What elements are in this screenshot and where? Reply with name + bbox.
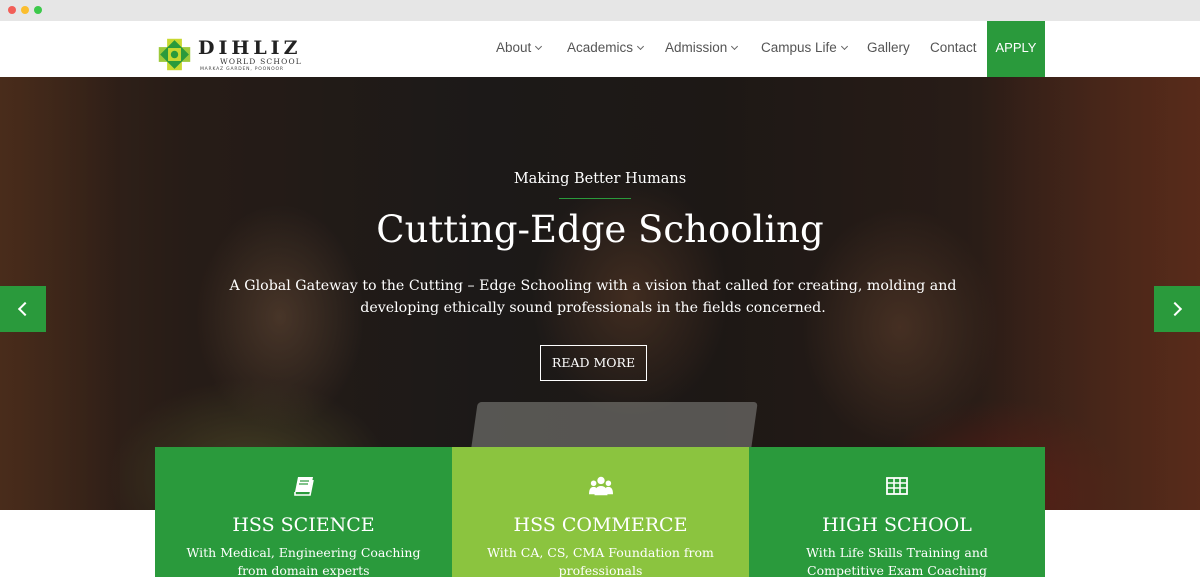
chevron-down-icon: [731, 42, 739, 51]
nav-label: Admission: [665, 40, 728, 55]
chevron-down-icon: [840, 42, 848, 51]
card-title: HIGH SCHOOL: [822, 514, 972, 536]
nav-label: Contact: [930, 40, 977, 55]
hero-description: A Global Gateway to the Cutting – Edge S…: [229, 278, 957, 316]
read-more-button[interactable]: READ MORE: [540, 345, 647, 381]
chevron-down-icon: [636, 42, 645, 51]
card-title: HSS SCIENCE: [232, 514, 375, 536]
hero-tagline: Making Better Humans: [513, 171, 687, 187]
logo-name: DIHLIZ: [198, 37, 302, 59]
nav-item-gallery[interactable]: Gallery: [867, 21, 910, 77]
nav-label: About: [496, 40, 532, 55]
chevron-down-icon: [535, 42, 543, 51]
card-text: With CA, CS, CMA Foundation from profess…: [487, 545, 714, 577]
chevron-left-icon: [17, 301, 33, 317]
card-hss-science[interactable]: HSS SCIENCE With Medical, Engineering Co…: [155, 447, 452, 577]
window-maximize-dot[interactable]: [34, 6, 42, 14]
window-minimize-dot[interactable]: [21, 6, 29, 14]
logo-emblem-icon: [158, 38, 191, 71]
nav-item-contact[interactable]: Contact: [930, 21, 977, 77]
card-text: With Life Skills Training and Competitiv…: [806, 545, 988, 577]
logo-tagline: MARKAZ GARDEN, POONOOR: [200, 67, 284, 72]
slider-prev-button[interactable]: [0, 286, 46, 332]
card-high-school[interactable]: HIGH SCHOOL With Life Skills Training an…: [749, 447, 1045, 577]
nav-item-academics[interactable]: Academics: [567, 21, 645, 77]
card-hss-commerce[interactable]: HSS COMMERCE With CA, CS, CMA Foundation…: [452, 447, 749, 577]
card-text: With Medical, Engineering Coaching from …: [186, 545, 421, 577]
nav-label: Gallery: [867, 40, 910, 55]
nav-item-about[interactable]: About: [496, 21, 543, 77]
hero-title: Cutting-Edge Schooling: [376, 208, 824, 251]
hero-divider: [559, 198, 631, 199]
card-title: HSS COMMERCE: [513, 514, 688, 536]
hero-slider: Making Better Humans Cutting-Edge School…: [0, 77, 1200, 510]
nav-label: Campus Life: [761, 40, 837, 55]
apply-button[interactable]: APPLY: [987, 21, 1045, 77]
nav-item-admission[interactable]: Admission: [665, 21, 739, 77]
book-icon: [293, 477, 314, 496]
nav-label: Academics: [567, 40, 634, 55]
users-icon: [588, 476, 613, 496]
window-close-dot[interactable]: [8, 6, 16, 14]
browser-chrome: [0, 0, 1200, 21]
chevron-right-icon: [1167, 301, 1183, 317]
logo-subtitle: WORLD SCHOOL: [220, 57, 302, 66]
table-icon: [886, 477, 908, 495]
school-logo[interactable]: DIHLIZ WORLD SCHOOL MARKAZ GARDEN, POONO…: [156, 36, 316, 76]
nav-item-campus-life[interactable]: Campus Life: [761, 21, 848, 77]
slider-next-button[interactable]: [1154, 286, 1200, 332]
